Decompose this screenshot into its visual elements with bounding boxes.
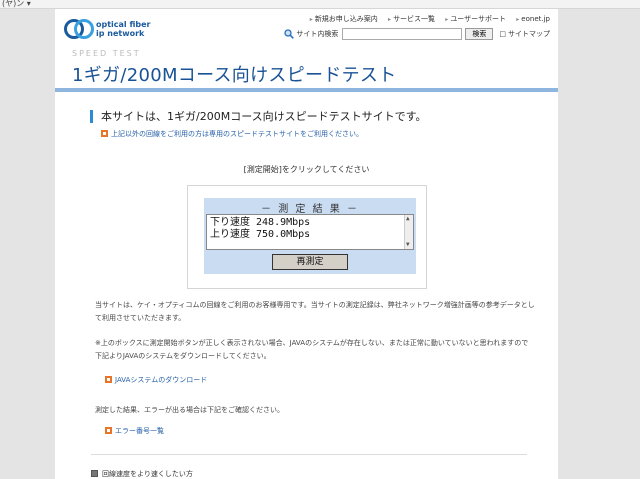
scroll-down-icon[interactable]: ▼: [406, 242, 410, 248]
logo-mark-icon: [64, 19, 94, 39]
title-rule: [55, 88, 558, 92]
lead-text: 本サイトは、1ギガ/200Mコース向けスピードテストサイトです。: [90, 110, 427, 123]
result-textarea[interactable]: 下り速度 248.9Mbps 上り速度 750.0Mbps ▲ ▼: [206, 214, 414, 250]
bullet-icon: [105, 427, 112, 434]
download-speed: 下り速度 248.9Mbps: [210, 217, 311, 228]
browser-top-strip: (ヤ)ン ▾: [0, 0, 640, 9]
logo-line2: ip network: [96, 29, 145, 38]
search-icon: [284, 28, 295, 39]
sitemap-link[interactable]: サイトマップ: [499, 29, 550, 39]
java-download-link[interactable]: JAVAシステムのダウンロード: [105, 375, 207, 385]
nav-user-support[interactable]: ユーザーサポート: [445, 15, 506, 23]
java-notice: ※上のボックスに測定開始ボタンが正しく表示されない場合、JAVAのシステムが存在…: [95, 339, 529, 360]
faster-line-text: 回線速度をより速くしたい方: [102, 470, 193, 478]
site-logo[interactable]: optical fiber ip network: [64, 18, 194, 42]
remeasure-button[interactable]: 再測定: [272, 254, 348, 270]
search-button[interactable]: 検索: [465, 27, 494, 40]
other-line-link-text: 上記以外の回線をご利用の方は専用のスピードテストサイトをご利用ください。: [111, 130, 363, 138]
result-header: － 測 定 結 果 －: [261, 204, 359, 215]
section-divider: [91, 454, 527, 455]
square-bullet-icon: [91, 470, 98, 477]
nav-eonet[interactable]: eonet.jp: [516, 15, 550, 23]
result-scrollbar[interactable]: ▲ ▼: [404, 215, 413, 249]
java-download-link-text: JAVAシステムのダウンロード: [115, 376, 208, 384]
faster-line-section[interactable]: 回線速度をより速くしたい方: [91, 469, 193, 479]
site-header: optical fiber ip network 新規お申し込み案内 サービス一…: [55, 9, 558, 46]
site-search: サイト内検索 検索 サイトマップ: [284, 27, 550, 40]
result-panel: － 測 定 結 果 － 下り速度 248.9Mbps 上り速度 750.0Mbp…: [204, 198, 416, 274]
speedtest-label: SPEED TEST: [72, 49, 141, 58]
error-notice: 測定した結果、エラーが出る場合は下記をご確認ください。: [95, 406, 284, 414]
other-line-link[interactable]: 上記以外の回線をご利用の方は専用のスピードテストサイトをご利用ください。: [101, 129, 363, 139]
bullet-icon: [101, 130, 108, 137]
top-nav: 新規お申し込み案内 サービス一覧 ユーザーサポート eonet.jp: [302, 14, 550, 24]
logo-text: optical fiber ip network: [96, 20, 150, 38]
page-container: optical fiber ip network 新規お申し込み案内 サービス一…: [55, 9, 558, 479]
nav-new-application[interactable]: 新規お申し込み案内: [310, 15, 378, 23]
scroll-up-icon[interactable]: ▲: [406, 216, 410, 222]
nav-services[interactable]: サービス一覧: [388, 15, 435, 23]
error-list-link-text: エラー番号一覧: [115, 427, 164, 435]
click-instruction: [測定開始]をクリックしてください: [243, 165, 370, 174]
error-list-link[interactable]: エラー番号一覧: [105, 426, 164, 436]
browser-strip-text: (ヤ)ン ▾: [2, 0, 31, 8]
bullet-icon: [105, 376, 112, 383]
usage-notice: 当サイトは、ケイ・オプティコムの回線をご利用のお客様専用です。当サイトの測定記録…: [95, 301, 535, 322]
search-input[interactable]: [342, 27, 463, 40]
page-title: 1ギガ/200Mコース向けスピードテスト: [72, 65, 397, 86]
logo-line1: optical fiber: [96, 20, 151, 29]
search-label: サイト内検索: [296, 29, 339, 38]
upload-speed: 上り速度 750.0Mbps: [210, 229, 311, 240]
speedtest-applet: － 測 定 結 果 － 下り速度 248.9Mbps 上り速度 750.0Mbp…: [187, 185, 427, 289]
